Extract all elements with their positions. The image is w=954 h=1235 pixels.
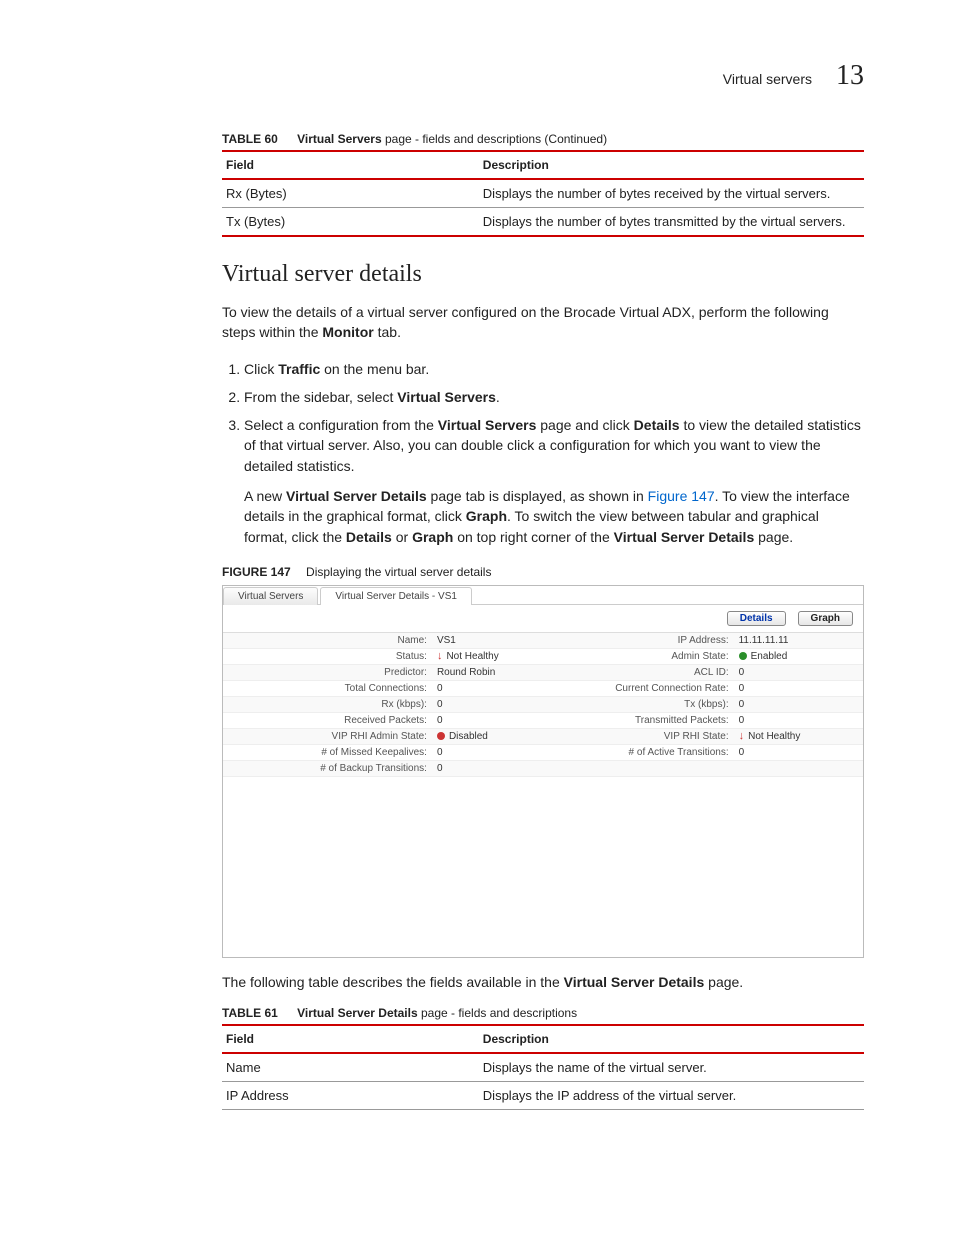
figure-data-row: Total Connections:0Current Connection Ra… (223, 681, 863, 697)
field-label: Name: (223, 633, 433, 648)
field-value: 0 (735, 745, 863, 760)
tab-virtual-server-details[interactable]: Virtual Server Details - VS1 (320, 587, 472, 605)
down-arrow-icon: ↓ (437, 651, 443, 662)
field-value: 0 (735, 697, 863, 712)
status-dot-icon (437, 732, 445, 740)
table60-title-rest: page - fields and descriptions (Continue… (382, 132, 607, 146)
details-button[interactable]: Details (727, 611, 786, 626)
field-value: VS1 (433, 633, 543, 648)
field-label: Tx (kbps): (543, 697, 735, 712)
tab-virtual-servers[interactable]: Virtual Servers (223, 587, 318, 605)
table-row: Rx (Bytes) Displays the number of bytes … (222, 180, 864, 208)
field-label: ACL ID: (543, 665, 735, 680)
step-3: Select a configuration from the Virtual … (244, 415, 864, 547)
field-value: 0 (433, 761, 543, 776)
step-3-paragraph: A new Virtual Server Details page tab is… (244, 486, 864, 547)
field-label: # of Missed Keepalives: (223, 745, 433, 760)
figure-link[interactable]: Figure 147 (648, 488, 715, 504)
table61: Field Description Name Displays the name… (222, 1024, 864, 1110)
steps-list: Click Traffic on the menu bar. From the … (222, 359, 864, 547)
field-label: Received Packets: (223, 713, 433, 728)
table61-title: TABLE 61 Virtual Server Details page - f… (222, 1006, 864, 1020)
cell-desc: Displays the IP address of the virtual s… (479, 1082, 864, 1110)
figure-data-row: Rx (kbps):0Tx (kbps):0 (223, 697, 863, 713)
figure-toolbar: Details Graph (223, 605, 863, 633)
step-2: From the sidebar, select Virtual Servers… (244, 387, 864, 407)
field-label: Total Connections: (223, 681, 433, 696)
table60-col-field: Field (222, 152, 479, 179)
figure-caption: FIGURE 147 Displaying the virtual server… (222, 565, 864, 579)
field-value (735, 761, 863, 776)
figure-label: FIGURE 147 (222, 565, 291, 579)
figure-147: Virtual Servers Virtual Server Details -… (222, 585, 864, 958)
field-value: 0 (735, 681, 863, 696)
field-label: Predictor: (223, 665, 433, 680)
field-value: 0 (433, 697, 543, 712)
cell-field: Name (222, 1054, 479, 1082)
table61-title-rest: page - fields and descriptions (418, 1006, 577, 1020)
field-value: 11.11.11.11 (735, 633, 863, 648)
graph-button[interactable]: Graph (798, 611, 853, 626)
field-label: Status: (223, 649, 433, 664)
table61-label: TABLE 61 (222, 1006, 278, 1020)
page-header: Virtual servers 13 (90, 60, 864, 92)
table-row: IP Address Displays the IP address of th… (222, 1082, 864, 1110)
header-page-number: 13 (836, 60, 864, 92)
figure-grid: Name:VS1IP Address:11.11.11.11Status:↓No… (223, 633, 863, 777)
cell-field: Rx (Bytes) (222, 180, 479, 208)
figure-caption-text: Displaying the virtual server details (306, 565, 491, 579)
field-label (543, 761, 735, 776)
field-value: 0 (433, 745, 543, 760)
field-value: Disabled (433, 729, 543, 744)
field-value: 0 (433, 713, 543, 728)
cell-desc: Displays the number of bytes transmitted… (479, 208, 864, 236)
table60-title-bold: Virtual Servers (297, 132, 382, 146)
down-arrow-icon: ↓ (739, 731, 745, 742)
cell-desc: Displays the number of bytes received by… (479, 180, 864, 208)
field-label: Rx (kbps): (223, 697, 433, 712)
field-value: Round Robin (433, 665, 543, 680)
table61-title-bold: Virtual Server Details (297, 1006, 418, 1020)
field-value: 0 (735, 713, 863, 728)
table60-title: TABLE 60 Virtual Servers page - fields a… (222, 132, 864, 146)
figure-tabs: Virtual Servers Virtual Server Details -… (223, 586, 863, 605)
status-dot-icon (739, 652, 747, 660)
figure-data-row: Received Packets:0Transmitted Packets:0 (223, 713, 863, 729)
field-label: VIP RHI State: (543, 729, 735, 744)
post-figure-paragraph: The following table describes the fields… (222, 972, 864, 992)
field-value: Enabled (735, 649, 863, 664)
field-label: Current Connection Rate: (543, 681, 735, 696)
header-section: Virtual servers (723, 71, 812, 87)
intro-paragraph: To view the details of a virtual server … (222, 302, 864, 343)
field-value: 0 (735, 665, 863, 680)
figure-data-row: Status:↓Not HealthyAdmin State:Enabled (223, 649, 863, 665)
field-label: # of Active Transitions: (543, 745, 735, 760)
figure-data-row: # of Backup Transitions:0 (223, 761, 863, 777)
cell-field: Tx (Bytes) (222, 208, 479, 236)
figure-data-row: # of Missed Keepalives:0# of Active Tran… (223, 745, 863, 761)
field-value: 0 (433, 681, 543, 696)
figure-data-row: Predictor:Round RobinACL ID:0 (223, 665, 863, 681)
field-value: ↓Not Healthy (735, 729, 863, 744)
table-row: Name Displays the name of the virtual se… (222, 1054, 864, 1082)
figure-blank-area (223, 777, 863, 957)
figure-data-row: VIP RHI Admin State:DisabledVIP RHI Stat… (223, 729, 863, 745)
field-label: VIP RHI Admin State: (223, 729, 433, 744)
field-label: Transmitted Packets: (543, 713, 735, 728)
table60-label: TABLE 60 (222, 132, 278, 146)
field-label: IP Address: (543, 633, 735, 648)
cell-desc: Displays the name of the virtual server. (479, 1054, 864, 1082)
section-heading: Virtual server details (222, 261, 864, 288)
table-row: Tx (Bytes) Displays the number of bytes … (222, 208, 864, 236)
field-label: Admin State: (543, 649, 735, 664)
figure-data-row: Name:VS1IP Address:11.11.11.11 (223, 633, 863, 649)
cell-field: IP Address (222, 1082, 479, 1110)
table61-col-field: Field (222, 1026, 479, 1053)
table60: Field Description Rx (Bytes) Displays th… (222, 150, 864, 237)
field-value: ↓Not Healthy (433, 649, 543, 664)
step-1: Click Traffic on the menu bar. (244, 359, 864, 379)
field-label: # of Backup Transitions: (223, 761, 433, 776)
table61-col-desc: Description (479, 1026, 864, 1053)
table60-col-desc: Description (479, 152, 864, 179)
